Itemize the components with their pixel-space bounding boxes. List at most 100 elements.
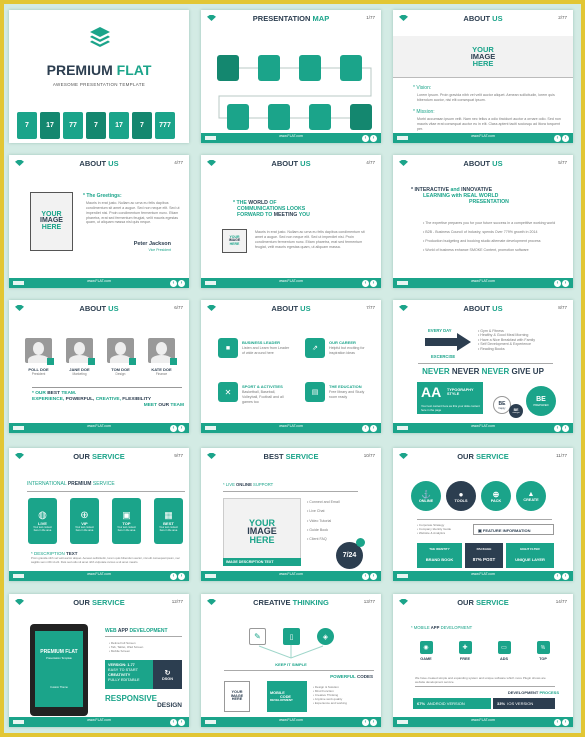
map-step[interactable] <box>268 104 290 130</box>
prev-icon[interactable]: ‹ <box>362 718 369 726</box>
next-icon[interactable]: › <box>562 424 569 432</box>
prev-icon[interactable]: ‹ <box>170 572 177 580</box>
next-icon[interactable]: › <box>178 424 185 432</box>
map-step[interactable] <box>340 55 362 81</box>
next-icon[interactable]: › <box>178 718 185 726</box>
tools-icon: ✕ <box>218 382 238 402</box>
page-number: 4/77 <box>366 160 375 165</box>
divider <box>418 363 553 364</box>
app-game[interactable]: ◉ GAME <box>416 641 436 661</box>
cover-subtitle: AWESOME PRESENTATION TEMPLATE <box>52 82 146 87</box>
next-icon[interactable]: › <box>370 718 377 726</box>
prev-icon[interactable]: ‹ <box>170 424 177 432</box>
slide-about-greetings[interactable]: ABOUT US 4/77 YOUR IMAGE HERE * The Greetin… <box>9 155 189 288</box>
map-step[interactable] <box>258 55 280 81</box>
prev-icon[interactable]: ‹ <box>362 572 369 580</box>
slide-footer: www.FLAT.com ‹ › <box>393 278 573 288</box>
service-card[interactable]: ▦ BEST Your text content here in the area <box>154 498 183 544</box>
development-process: DEVELOPMENT PROCESS <box>507 690 559 695</box>
feature-text: Listen and Learn from Leader of wide aro… <box>242 346 290 355</box>
slide-footer: www.FLAT.com ‹ › <box>201 423 381 433</box>
prev-icon[interactable]: ‹ <box>362 279 369 287</box>
slide-best-service[interactable]: BEST SERVICE 10/77 * LIVE ONLINE SUPPORT … <box>201 448 381 581</box>
app-free[interactable]: ✚ FREE <box>455 641 475 661</box>
slide-about-team[interactable]: ABOUT US 6/77 POLL DOE President JANE DOE M… <box>9 300 189 433</box>
slide-our-service[interactable]: OUR SERVICE 9/77 INTERNATIONAL PREMIUM SE… <box>9 448 189 581</box>
feature-title: SPORT & ACTIVITIES <box>242 384 283 389</box>
arrow-right-icon <box>425 333 471 351</box>
image-placeholder: YOUR IMAGE HERE <box>30 192 73 251</box>
prev-icon[interactable]: ‹ <box>170 718 177 726</box>
page-number: 2/77 <box>558 15 567 20</box>
service-card[interactable]: ▣ TOP Your text content here in the area <box>112 498 141 544</box>
section-heading: * MOBILE APP DEVELOPMENT <box>411 625 473 630</box>
stat-box: 7 <box>86 112 106 139</box>
next-icon[interactable]: › <box>178 279 185 287</box>
map-step[interactable] <box>350 104 372 130</box>
app-ads[interactable]: ▭ ADS <box>494 641 514 661</box>
monitor-icon: ▭ <box>497 641 511 654</box>
service-card[interactable]: ◍ LIVE Your text content here in the area <box>28 498 57 544</box>
slide-creative-thinking[interactable]: CREATIVE THINKING 13/77 ✎ ▯ ◈ KEEP IT SIM… <box>201 594 381 727</box>
stat-box: 7 <box>17 112 37 139</box>
next-icon[interactable]: › <box>370 279 377 287</box>
map-step[interactable] <box>309 104 331 130</box>
next-icon[interactable]: › <box>178 572 185 580</box>
slide-mobile-app[interactable]: OUR SERVICE 14/77 * MOBILE APP DEVELOPMEN… <box>393 594 573 727</box>
slide-about-features[interactable]: ABOUT US 7/77 ■ BUSINESS LEADER Listen an… <box>201 300 381 433</box>
next-icon[interactable]: › <box>370 424 377 432</box>
next-icon[interactable]: › <box>562 572 569 580</box>
slide-footer: www.FLAT.com ‹ › <box>393 423 573 433</box>
gamepad-icon: ◉ <box>419 641 433 654</box>
team-row: POLL DOE President JANE DOE Marketing TOM … <box>25 338 177 376</box>
image-placeholder: YOUR IMAGE HERE <box>223 498 301 565</box>
slide-web-app[interactable]: OUR SERVICE 12/77 PREMIUM FLAT Presentatio… <box>9 594 189 727</box>
map-step[interactable] <box>217 55 239 81</box>
prev-icon[interactable]: ‹ <box>362 424 369 432</box>
pack-circle[interactable]: ⊕ PACK <box>481 481 511 511</box>
next-icon[interactable]: › <box>370 134 377 142</box>
slide-cover[interactable]: PREMIUM FLAT AWESOME PRESENTATION TEMPLA… <box>9 10 189 143</box>
feature-text: Free library and Study room ready <box>329 390 365 399</box>
tools-circle[interactable]: ● TOOLS <box>446 481 476 511</box>
next-icon[interactable]: › <box>562 134 569 142</box>
next-icon[interactable]: › <box>562 718 569 726</box>
next-icon[interactable]: › <box>562 279 569 287</box>
prev-icon[interactable]: ‹ <box>362 134 369 142</box>
bullet-list: Retina Full ScreenTab, Tablet, iPad Scre… <box>109 641 143 653</box>
divider <box>27 491 185 492</box>
slide-footer: www.FLAT.com ‹ › <box>9 423 189 433</box>
slide-service-tools[interactable]: OUR SERVICE 11/77 ⚓ ONLINE ● TOOLS ⊕ PACK ▲ C… <box>393 448 573 581</box>
prev-icon[interactable]: ‹ <box>554 718 561 726</box>
online-circle[interactable]: ⚓ ONLINE <box>411 481 441 511</box>
slide-presentation-map[interactable]: PRESENTATION MAP 1/77 www.FLAT.com ‹ › <box>201 10 381 143</box>
prev-icon[interactable]: ‹ <box>554 134 561 142</box>
page-number: 8/77 <box>558 305 567 310</box>
slide-about-motivation[interactable]: ABOUT US8/77 EVERY DAY EXCERCISE Gym & F… <box>393 300 573 433</box>
slide-about-interactive[interactable]: ABOUT US 5/77 * INTERACTIVE and INNOVATIV… <box>393 155 573 288</box>
vision-text: Lorem Ipsum. Proin gravida nibh vel veli… <box>417 93 555 102</box>
divider <box>417 519 552 520</box>
app-top[interactable]: % TOP <box>533 641 553 661</box>
bullet-list: Corporate StrategyCompany Identity Guide… <box>417 523 451 535</box>
prev-icon[interactable]: ‹ <box>554 279 561 287</box>
slide-footer: www.FLAT.com ‹ › <box>201 717 381 727</box>
slide-about-vision[interactable]: ABOUT US 2/77 YOUR IMAGE HERE * Vision: Lor… <box>393 10 573 143</box>
slide-title: ABOUT US <box>463 14 503 23</box>
slide-about-world[interactable]: ABOUT US 4/77 * THE WORLD OF COMMUNICATIO… <box>201 155 381 288</box>
create-circle[interactable]: ▲ CREATE <box>516 481 546 511</box>
unique-layer-box: EIGHT FLTER UNIQUE LAYER <box>506 543 554 568</box>
slide-title: OUR SERVICE <box>73 598 125 607</box>
web-app-heading: WEB APP DEVELOPMENT <box>105 628 168 634</box>
signature-role: Vice President <box>148 248 171 252</box>
service-card[interactable]: ⊕ VIP Your text content here in the area <box>70 498 99 544</box>
prev-icon[interactable]: ‹ <box>554 424 561 432</box>
next-icon[interactable]: › <box>370 572 377 580</box>
feature-information-box[interactable]: ▣ FEATURE INFORMATION <box>473 524 554 535</box>
prev-icon[interactable]: ‹ <box>554 572 561 580</box>
map-step[interactable] <box>227 104 249 130</box>
divider <box>223 491 358 492</box>
page-number: 5/77 <box>558 160 567 165</box>
map-step[interactable] <box>299 55 321 81</box>
prev-icon[interactable]: ‹ <box>170 279 177 287</box>
